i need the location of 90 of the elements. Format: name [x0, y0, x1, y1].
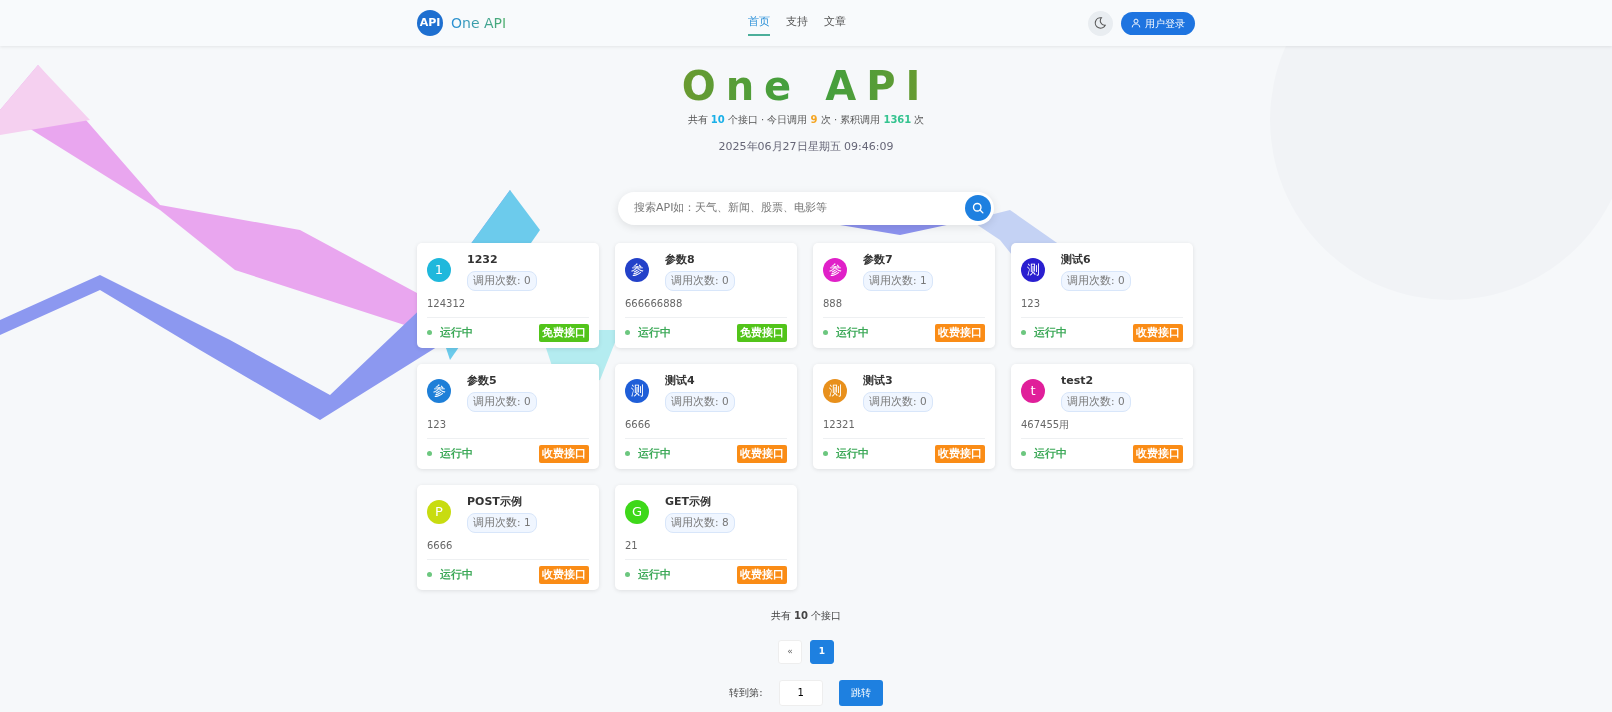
logo-icon[interactable]: API [417, 10, 443, 36]
login-button[interactable]: 用户登录 [1121, 11, 1195, 35]
jump-label: 转到第: [729, 686, 763, 700]
api-name: 1232 [467, 251, 499, 268]
status-text: 运行中 [440, 445, 473, 461]
api-name: 参数8 [665, 251, 696, 268]
call-count-badge: 调用次数: 0 [665, 392, 735, 412]
price-tag: 收费接口 [737, 565, 787, 584]
api-description: 467455用 [1021, 417, 1071, 432]
price-tag: 收费接口 [737, 444, 787, 463]
call-count-badge: 调用次数: 1 [467, 513, 537, 533]
status-text: 运行中 [638, 324, 671, 340]
api-description: 124312 [427, 296, 467, 311]
search-field[interactable]: 搜索API如：天气、新闻、股票、电影等 [618, 191, 994, 225]
nav-link[interactable]: 首页 [748, 9, 771, 37]
avatar-icon: 参 [823, 257, 847, 282]
api-description: 12321 [823, 417, 856, 432]
price-tag: 收费接口 [539, 565, 589, 584]
status-text: 运行中 [836, 445, 869, 461]
api-card[interactable]: t test2 调用次数: 0 467455用 运行中 收费接口 [1011, 363, 1193, 469]
api-card[interactable]: 参 参数7 调用次数: 1 888 运行中 收费接口 [813, 242, 995, 348]
api-card[interactable]: G GET示例 调用次数: 8 21 运行中 收费接口 [615, 484, 797, 590]
api-card[interactable]: 测 测试3 调用次数: 0 12321 运行中 收费接口 [813, 363, 995, 469]
call-count-badge: 调用次数: 0 [1061, 271, 1131, 291]
api-card[interactable]: 测 测试4 调用次数: 0 6666 运行中 收费接口 [615, 363, 797, 469]
api-name: 参数7 [863, 251, 894, 268]
api-description: 888 [823, 296, 844, 311]
avatar-icon: t [1021, 378, 1045, 403]
api-description: 666666888 [625, 296, 684, 311]
api-name: GET示例 [665, 493, 713, 510]
page-button[interactable]: 1 [810, 639, 834, 664]
api-card[interactable]: 参 参数8 调用次数: 0 666666888 运行中 免费接口 [615, 242, 797, 348]
api-name: test2 [1061, 372, 1095, 389]
stats-text: 共有 10 个接口 · 今日调用 9 次 · 累积调用 1361 次 [686, 113, 926, 127]
price-tag: 收费接口 [1133, 323, 1183, 342]
call-count-badge: 调用次数: 0 [467, 392, 537, 412]
status-text: 运行中 [638, 445, 671, 461]
api-description: 21 [625, 538, 639, 553]
total-count: 共有 10 个接口 [770, 608, 842, 623]
call-count-badge: 调用次数: 0 [467, 271, 537, 291]
user-icon [1131, 18, 1141, 28]
jump-button[interactable]: 跳转 [838, 679, 883, 706]
price-tag: 免费接口 [737, 323, 787, 342]
status-text: 运行中 [638, 566, 671, 582]
api-card[interactable]: 测 测试6 调用次数: 0 123 运行中 收费接口 [1011, 242, 1193, 348]
moon-icon [1094, 17, 1107, 29]
call-count-badge: 调用次数: 0 [1061, 392, 1131, 412]
search-icon [972, 202, 984, 214]
price-tag: 收费接口 [935, 323, 985, 342]
price-tag: 收费接口 [539, 444, 589, 463]
price-tag: 收费接口 [1133, 444, 1183, 463]
avatar-icon: 测 [625, 378, 649, 403]
nav-link[interactable]: 支持 [786, 9, 809, 37]
page-input[interactable]: 1 [778, 679, 823, 706]
api-name: POST示例 [467, 493, 523, 510]
call-count-badge: 调用次数: 0 [863, 392, 933, 412]
api-name: 测试4 [665, 372, 696, 389]
status-text: 运行中 [836, 324, 869, 340]
avatar-icon: 参 [427, 378, 451, 403]
avatar-icon: 测 [823, 378, 847, 403]
api-description: 123 [427, 417, 448, 432]
price-tag: 免费接口 [539, 323, 589, 342]
search-button[interactable] [965, 195, 991, 221]
status-text: 运行中 [1034, 445, 1067, 461]
price-tag: 收费接口 [935, 444, 985, 463]
nav-link[interactable]: 文章 [824, 9, 847, 37]
api-name: 测试3 [863, 372, 894, 389]
theme-toggle-button[interactable] [1088, 10, 1113, 36]
api-card[interactable]: 参 参数5 调用次数: 0 123 运行中 收费接口 [417, 363, 599, 469]
call-count-badge: 调用次数: 1 [863, 271, 933, 291]
api-description: 6666 [625, 417, 652, 432]
call-count-badge: 调用次数: 0 [665, 271, 735, 291]
api-name: 测试6 [1061, 251, 1092, 268]
avatar-icon: 1 [427, 257, 451, 282]
avatar-icon: 测 [1021, 257, 1045, 282]
api-card[interactable]: P POST示例 调用次数: 1 6666 运行中 收费接口 [417, 484, 599, 590]
avatar-icon: G [625, 499, 649, 524]
search-input[interactable]: 搜索API如：天气、新闻、股票、电影等 [632, 198, 965, 218]
date-time: 2025年06月27日星期五 09:46:09 [717, 139, 895, 155]
call-count-badge: 调用次数: 8 [665, 513, 735, 533]
status-text: 运行中 [1034, 324, 1067, 340]
previous-page-button[interactable]: « [778, 639, 802, 664]
avatar-icon: P [427, 499, 451, 524]
status-text: 运行中 [440, 324, 473, 340]
avatar-icon: 参 [625, 257, 649, 282]
api-description: 123 [1021, 296, 1042, 311]
api-name: 参数5 [467, 372, 498, 389]
api-description: 6666 [427, 538, 454, 553]
api-card[interactable]: 1 1232 调用次数: 0 124312 运行中 免费接口 [417, 242, 599, 348]
status-text: 运行中 [440, 566, 473, 582]
